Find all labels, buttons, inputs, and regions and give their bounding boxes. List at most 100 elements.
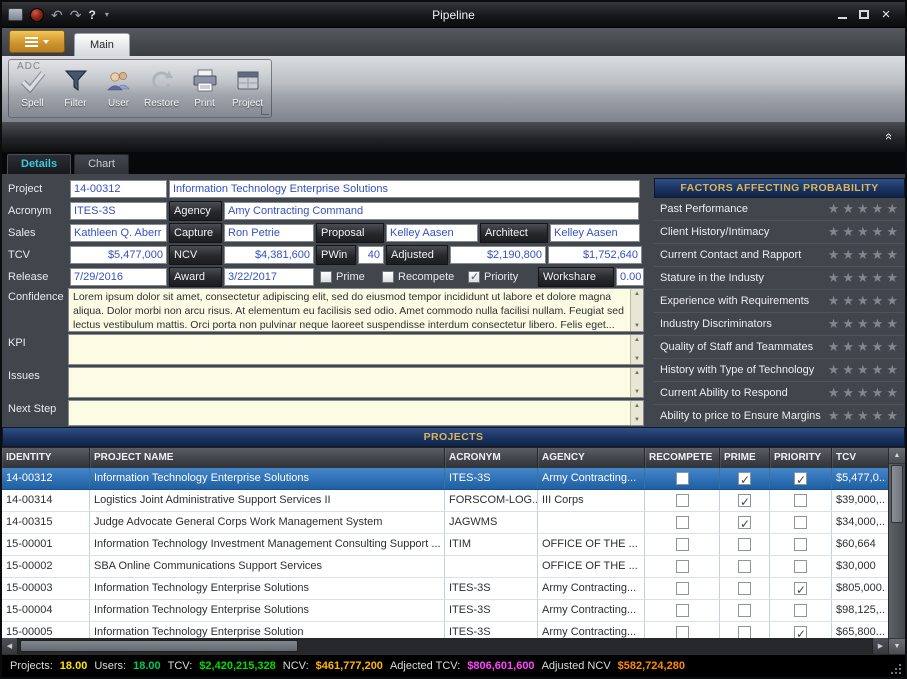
prime-checkbox[interactable] (738, 604, 751, 617)
prime-checkbox[interactable] (738, 472, 751, 485)
priority-checkbox[interactable] (794, 604, 807, 617)
pwin-field[interactable]: 40 (358, 246, 384, 264)
group-dialog-launcher-icon[interactable] (261, 107, 269, 115)
scroll-down-icon[interactable]: ▼ (634, 389, 640, 395)
prime-checkbox[interactable] (738, 582, 751, 595)
table-row[interactable]: 15-00001 Information Technology Investme… (2, 534, 888, 556)
recompete-checkbox[interactable] (676, 494, 689, 507)
project-id-field[interactable]: 14-00312 (70, 180, 167, 198)
next-step-scrollbar[interactable]: ▲▼ (630, 401, 643, 425)
table-row[interactable]: 15-00005 Information Technology Enterpri… (2, 622, 888, 638)
column-header-identity[interactable]: IDENTITY (2, 448, 90, 468)
star-rating[interactable] (828, 408, 901, 424)
award-field[interactable]: 3/22/2017 (224, 268, 314, 286)
star-rating[interactable] (828, 247, 901, 263)
kpi-scrollbar[interactable]: ▲▼ (630, 335, 643, 364)
star-rating[interactable] (828, 339, 901, 355)
architect-field[interactable]: Kelley Aasen (550, 224, 640, 242)
column-header-agency[interactable]: AGENCY (538, 448, 645, 468)
star-rating[interactable] (828, 201, 901, 217)
star-rating[interactable] (828, 362, 901, 378)
tab-chart[interactable]: Chart (74, 154, 129, 174)
application-menu-button[interactable] (9, 30, 65, 53)
user-button[interactable]: User (97, 62, 140, 117)
ribbon-tab-main[interactable]: Main (74, 33, 130, 56)
maximize-button[interactable] (853, 2, 875, 28)
star-rating[interactable] (828, 293, 901, 309)
prime-checkbox[interactable] (738, 560, 751, 573)
table-row[interactable]: 15-00002 SBA Online Communications Suppo… (2, 556, 888, 578)
scroll-up-icon[interactable]: ▲ (634, 291, 640, 297)
undo-icon[interactable]: ↶ (51, 8, 63, 22)
confidence-scrollbar[interactable]: ▲▼ (630, 289, 643, 331)
priority-checkbox[interactable] (794, 626, 807, 638)
column-header-tcv[interactable]: TCV (832, 448, 886, 468)
table-row[interactable]: 14-00314 Logistics Joint Administrative … (2, 490, 888, 512)
project-name-field[interactable]: Information Technology Enterprise Soluti… (169, 180, 640, 198)
scroll-down-icon[interactable]: ▼ (634, 323, 640, 329)
recompete-checkbox[interactable] (676, 582, 689, 595)
scroll-up-icon[interactable]: ▲ (634, 403, 640, 409)
collapse-ribbon-icon[interactable]: « (882, 133, 897, 140)
minimize-button[interactable] (831, 2, 853, 28)
prime-checkbox[interactable] (320, 271, 332, 283)
star-rating[interactable] (828, 224, 901, 240)
confidence-textarea[interactable]: Lorem ipsum dolor sit amet, consectetur … (68, 288, 644, 332)
column-header-prime[interactable]: PRIME (720, 448, 770, 468)
scrollbar-thumb[interactable] (891, 465, 903, 523)
resize-grip[interactable] (889, 662, 901, 674)
scroll-up-icon[interactable]: ▲ (634, 337, 640, 343)
table-row[interactable]: 14-00312 Information Technology Enterpri… (2, 468, 888, 490)
record-icon[interactable] (30, 8, 44, 22)
recompete-checkbox[interactable] (676, 626, 689, 638)
close-button[interactable]: × (875, 2, 897, 28)
recompete-checkbox[interactable] (676, 538, 689, 551)
next-step-textarea[interactable]: ▲▼ (68, 400, 644, 426)
table-row[interactable]: 15-00003 Information Technology Enterpri… (2, 578, 888, 600)
workshare-field[interactable]: 0.00 (616, 268, 644, 286)
recompete-checkbox[interactable] (676, 604, 689, 617)
tcv-field[interactable]: $5,477,000 (70, 246, 167, 264)
priority-checkbox[interactable] (794, 582, 807, 595)
sales-field[interactable]: Kathleen Q. Aberr (70, 224, 167, 242)
issues-scrollbar[interactable]: ▲▼ (630, 368, 643, 397)
star-rating[interactable] (828, 316, 901, 332)
kpi-textarea[interactable]: ▲▼ (68, 334, 644, 365)
issues-textarea[interactable]: ▲▼ (68, 367, 644, 398)
agency-field[interactable]: Amy Contracting Command (224, 202, 639, 220)
scrollbar-thumb[interactable] (20, 640, 298, 652)
table-row[interactable]: 15-00004 Information Technology Enterpri… (2, 600, 888, 622)
scroll-left-icon[interactable]: ◀ (2, 638, 18, 654)
prime-checkbox[interactable] (738, 538, 751, 551)
priority-checkbox[interactable] (794, 472, 807, 485)
recompete-checkbox[interactable] (676, 516, 689, 529)
acronym-field[interactable]: ITES-3S (70, 202, 167, 220)
priority-checkbox[interactable] (794, 516, 807, 529)
ncv-field[interactable]: $4,381,600 (224, 246, 314, 264)
recompete-checkbox[interactable] (676, 472, 689, 485)
adjusted-ncv-field[interactable]: $1,752,640 (548, 246, 642, 264)
priority-checkbox[interactable] (468, 271, 480, 283)
scroll-down-icon[interactable]: ▼ (634, 417, 640, 423)
priority-checkbox[interactable] (794, 560, 807, 573)
adjusted-tcv-field[interactable]: $2,190,800 (450, 246, 546, 264)
priority-checkbox[interactable] (794, 538, 807, 551)
tab-details[interactable]: Details (7, 154, 71, 174)
scroll-up-icon[interactable]: ▲ (889, 448, 905, 464)
table-row[interactable]: 14-00315 Judge Advocate General Corps Wo… (2, 512, 888, 534)
column-header-priority[interactable]: PRIORITY (770, 448, 832, 468)
prime-checkbox[interactable] (738, 494, 751, 507)
recompete-checkbox[interactable] (382, 271, 394, 283)
scroll-down-icon[interactable]: ▼ (889, 638, 905, 654)
column-header-acronym[interactable]: ACRONYM (445, 448, 538, 468)
vertical-scrollbar[interactable]: ▲ ▼ (888, 448, 905, 654)
restore-button[interactable]: Restore (140, 62, 183, 117)
recompete-checkbox[interactable] (676, 560, 689, 573)
help-icon[interactable]: ? (88, 8, 95, 22)
scroll-right-icon[interactable]: ▶ (872, 638, 888, 654)
star-rating[interactable] (828, 385, 901, 401)
horizontal-scrollbar[interactable]: ◀ ▶ (2, 638, 888, 654)
prime-checkbox[interactable] (738, 626, 751, 638)
filter-button[interactable]: Filter (54, 62, 97, 117)
column-header-recompete[interactable]: RECOMPETE (645, 448, 720, 468)
